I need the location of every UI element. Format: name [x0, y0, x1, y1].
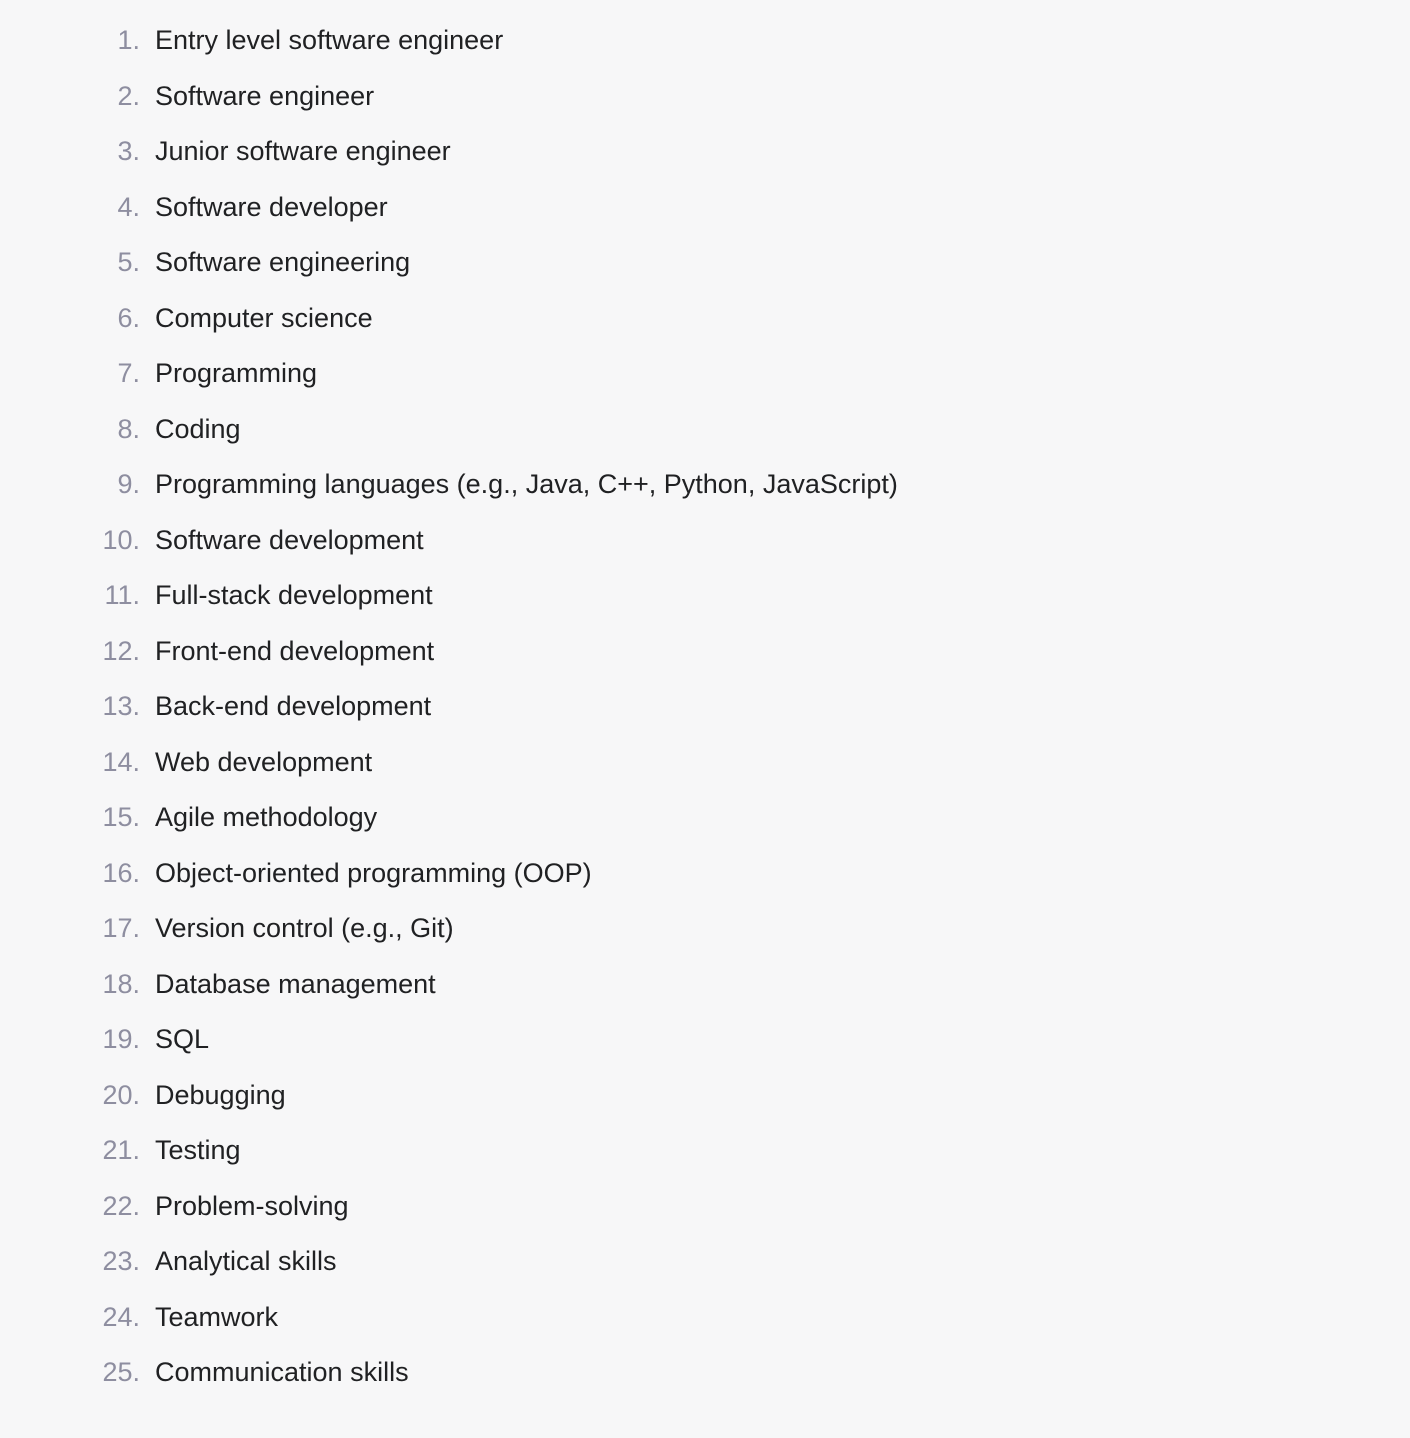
list-item: Software engineer	[60, 76, 1350, 117]
list-item-label: Problem-solving	[155, 1186, 349, 1227]
list-item-label: Software development	[155, 520, 424, 561]
list-item-label: Computer science	[155, 298, 373, 339]
list-item-label: Agile methodology	[155, 797, 377, 838]
list-item-label: Software engineer	[155, 76, 374, 117]
list-item: SQL	[60, 1019, 1350, 1060]
list-item-label: SQL	[155, 1019, 209, 1060]
list-item: Debugging	[60, 1075, 1350, 1116]
list-item-label: Object-oriented programming (OOP)	[155, 853, 592, 894]
list-item: Analytical skills	[60, 1241, 1350, 1282]
list-item-label: Database management	[155, 964, 436, 1005]
list-item-label: Back-end development	[155, 686, 431, 727]
list-item: Junior software engineer	[60, 131, 1350, 172]
list-item: Object-oriented programming (OOP)	[60, 853, 1350, 894]
list-item: Communication skills	[60, 1352, 1350, 1393]
list-item-label: Version control (e.g., Git)	[155, 908, 454, 949]
list-item-label: Testing	[155, 1130, 241, 1171]
list-item-label: Debugging	[155, 1075, 286, 1116]
list-item: Problem-solving	[60, 1186, 1350, 1227]
list-item-label: Entry level software engineer	[155, 20, 503, 61]
list-item: Front-end development	[60, 631, 1350, 672]
list-item: Database management	[60, 964, 1350, 1005]
list-item-label: Software developer	[155, 187, 388, 228]
list-item-label: Coding	[155, 409, 241, 450]
list-item-label: Programming languages (e.g., Java, C++, …	[155, 464, 898, 505]
list-item-label: Junior software engineer	[155, 131, 451, 172]
list-item-label: Software engineering	[155, 242, 410, 283]
list-item: Teamwork	[60, 1297, 1350, 1338]
list-item-label: Teamwork	[155, 1297, 278, 1338]
list-item: Full-stack development	[60, 575, 1350, 616]
list-item: Software developer	[60, 187, 1350, 228]
list-item: Entry level software engineer	[60, 20, 1350, 61]
list-item: Programming languages (e.g., Java, C++, …	[60, 464, 1350, 505]
list-item: Agile methodology	[60, 797, 1350, 838]
list-item: Programming	[60, 353, 1350, 394]
list-item: Software engineering	[60, 242, 1350, 283]
list-item-label: Web development	[155, 742, 372, 783]
ordered-list: Entry level software engineer Software e…	[60, 20, 1350, 1393]
list-item: Coding	[60, 409, 1350, 450]
list-item: Version control (e.g., Git)	[60, 908, 1350, 949]
list-item: Testing	[60, 1130, 1350, 1171]
list-item-label: Communication skills	[155, 1352, 409, 1393]
list-item-label: Full-stack development	[155, 575, 433, 616]
list-item: Software development	[60, 520, 1350, 561]
list-item: Web development	[60, 742, 1350, 783]
list-item-label: Front-end development	[155, 631, 434, 672]
list-item: Back-end development	[60, 686, 1350, 727]
list-item-label: Programming	[155, 353, 317, 394]
list-item: Computer science	[60, 298, 1350, 339]
list-item-label: Analytical skills	[155, 1241, 337, 1282]
